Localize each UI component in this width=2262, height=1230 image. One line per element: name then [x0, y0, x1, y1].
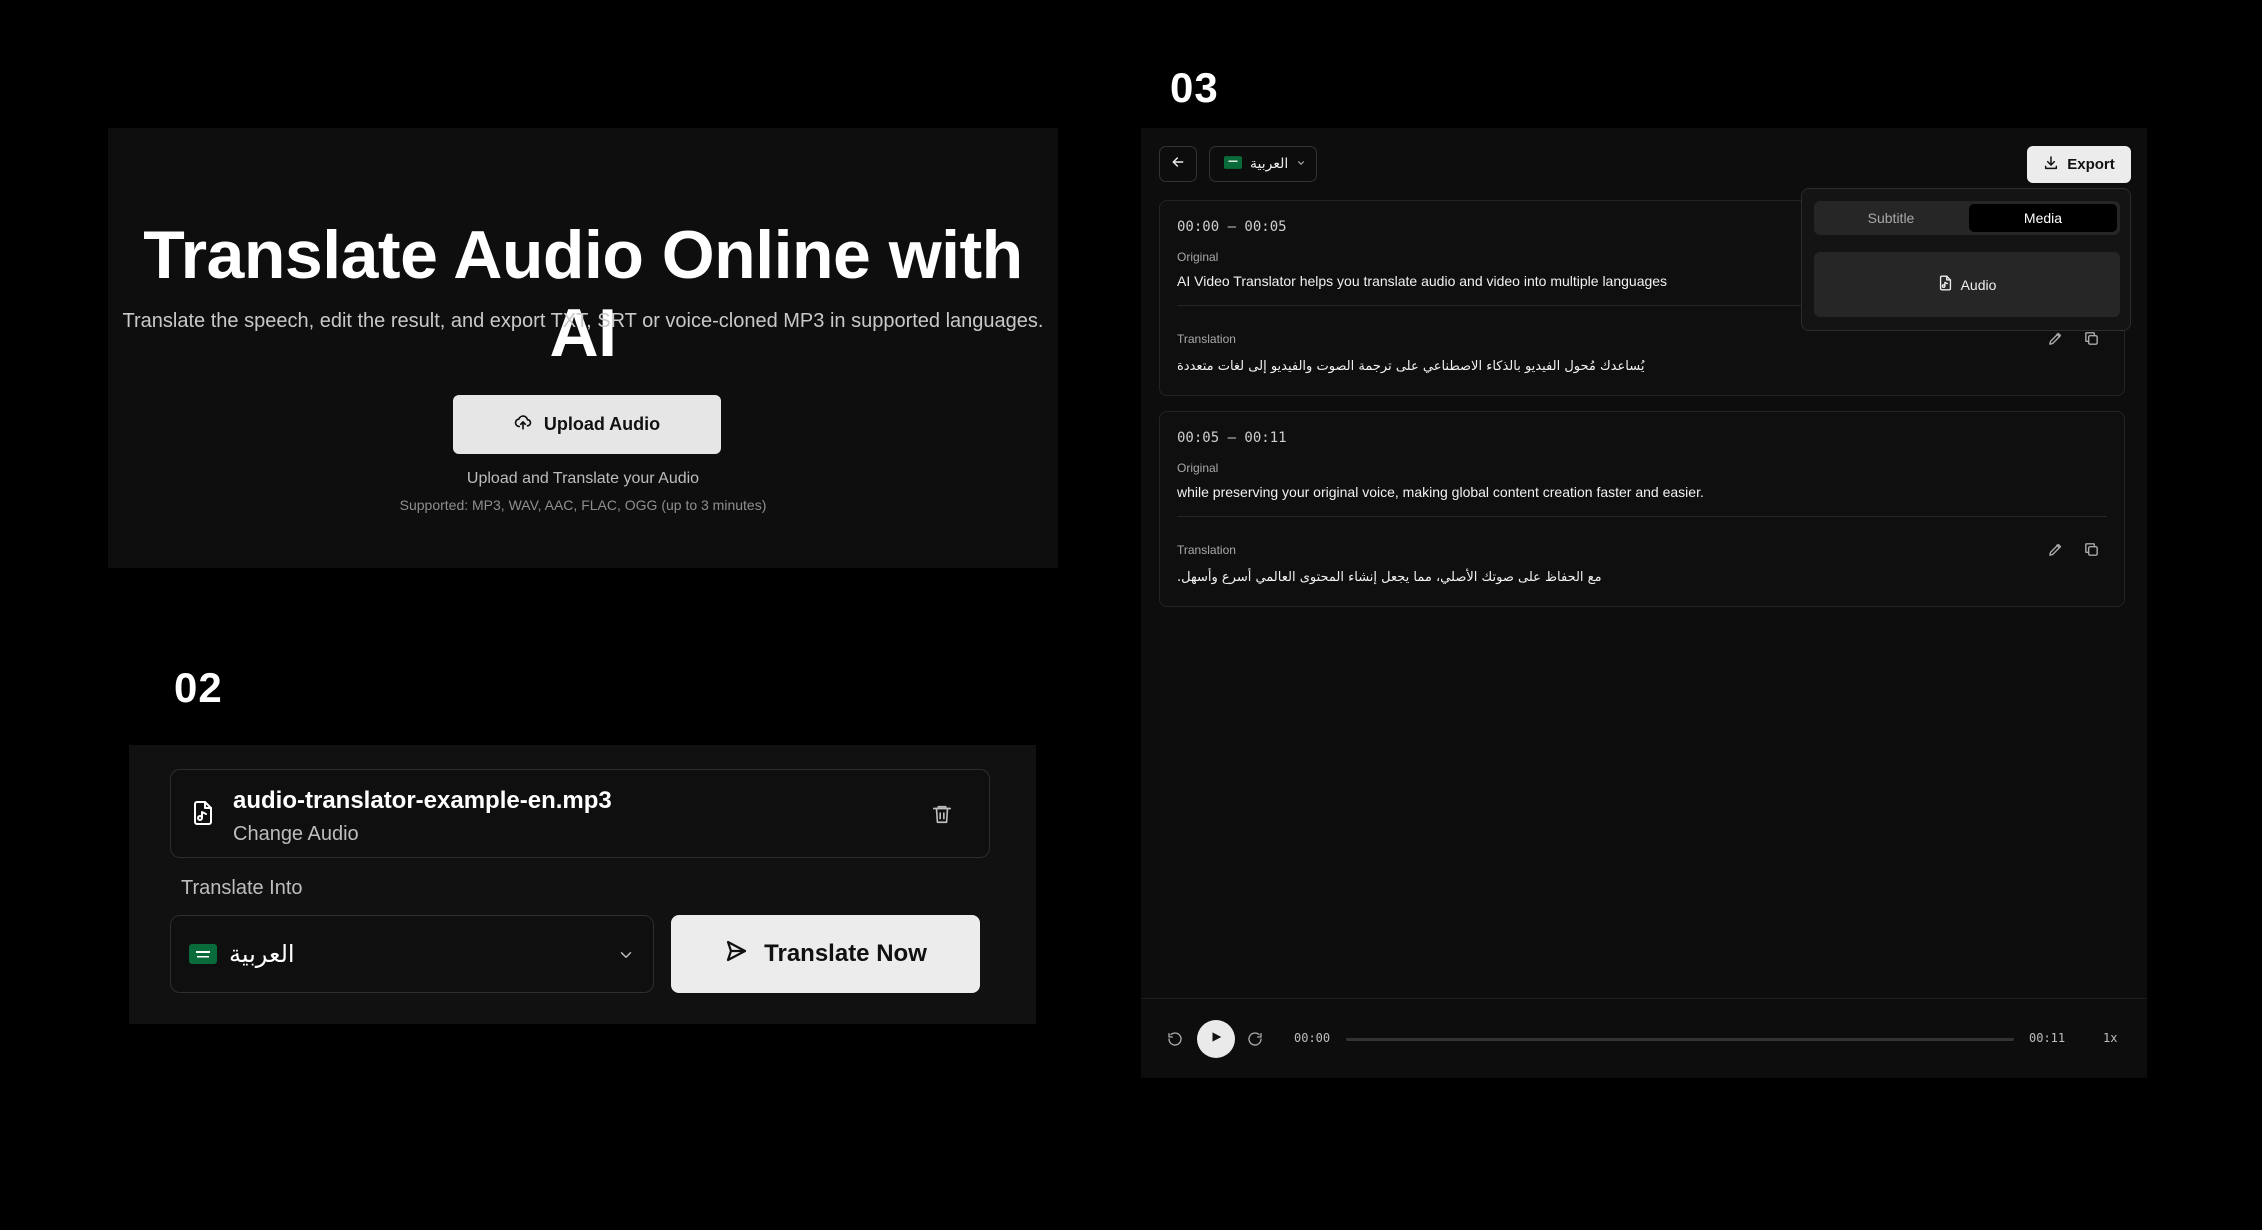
language-dropdown[interactable]: العربية	[1209, 146, 1317, 182]
chevron-down-icon	[617, 946, 635, 969]
export-button[interactable]: Export	[2027, 146, 2131, 183]
segment-time: 00:05 – 00:11	[1177, 430, 1287, 446]
translate-into-label: Translate Into	[181, 877, 303, 899]
progress-bar[interactable]	[1346, 1038, 2014, 1041]
translate-now-label: Translate Now	[764, 940, 927, 967]
language-select[interactable]: العربية	[170, 915, 654, 993]
rewind-icon[interactable]	[1167, 1031, 1183, 1052]
segment-card: 00:05 – 00:11 Original while preserving …	[1159, 411, 2125, 607]
back-button[interactable]	[1159, 146, 1197, 182]
translate-form-panel: audio-translator-example-en.mp3 Change A…	[129, 745, 1036, 1024]
arrow-left-icon	[1170, 154, 1186, 175]
current-time: 00:00	[1294, 1031, 1331, 1045]
translation-label: Translation	[1177, 543, 1236, 557]
original-label: Original	[1177, 461, 1219, 475]
translation-text[interactable]: مع الحفاظ على صوتك الأصلي، مما يجعل إنشا…	[1177, 570, 1602, 585]
translate-now-button[interactable]: Translate Now	[671, 915, 980, 993]
cloud-upload-icon	[514, 413, 532, 436]
export-menu: Subtitle Media Audio	[1801, 188, 2131, 331]
audio-file-icon	[1938, 275, 1953, 294]
forward-icon[interactable]	[1247, 1031, 1263, 1052]
original-text: AI Video Translator helps you translate …	[1177, 273, 1668, 289]
chevron-down-icon	[1296, 156, 1306, 172]
pencil-icon[interactable]	[2047, 541, 2064, 563]
export-audio-option[interactable]: Audio	[1814, 252, 2120, 317]
play-button[interactable]	[1197, 1020, 1235, 1058]
original-text: while preserving your original voice, ma…	[1177, 484, 1704, 500]
original-label: Original	[1177, 250, 1219, 264]
upload-hint: Upload and Translate your Audio	[466, 470, 700, 487]
play-icon	[1209, 1030, 1223, 1049]
download-icon	[2043, 155, 2059, 175]
translation-label: Translation	[1177, 332, 1236, 346]
export-tabs: Subtitle Media	[1814, 201, 2120, 235]
saudi-flag-icon	[189, 944, 217, 969]
editor-language: العربية	[1250, 156, 1289, 172]
copy-icon[interactable]	[2083, 541, 2100, 563]
tab-media[interactable]: Media	[1969, 204, 2117, 232]
selected-language: العربية	[229, 940, 295, 968]
change-audio-link[interactable]: Change Audio	[233, 823, 359, 846]
segment-time: 00:00 – 00:05	[1177, 219, 1287, 235]
saudi-flag-icon	[1224, 155, 1242, 173]
playback-speed[interactable]: 1x	[2103, 1031, 2117, 1045]
upload-audio-button[interactable]: Upload Audio	[453, 395, 721, 454]
segment-divider	[1177, 516, 2107, 517]
upload-panel: Translate Audio Online with AI Translate…	[108, 128, 1058, 568]
step-label-03: 03	[1170, 64, 1219, 111]
editor-panel: العربية Export 00:00 – 00:05 Original AI…	[1141, 128, 2147, 1078]
translation-text[interactable]: يُساعدك مُحول الفيديو بالذكاء الاصطناعي …	[1177, 359, 1644, 374]
duration-time: 00:11	[2029, 1031, 2066, 1045]
supported-formats: Supported: MP3, WAV, AAC, FLAC, OGG (up …	[399, 497, 767, 513]
page-title: Translate Audio Online with AI	[143, 217, 1023, 371]
upload-audio-label: Upload Audio	[543, 414, 661, 434]
audio-file-icon	[191, 800, 215, 831]
step-label-02: 02	[174, 664, 223, 711]
send-icon	[724, 939, 748, 970]
trash-icon[interactable]	[931, 802, 953, 831]
audio-player: 00:00 00:11 1x	[1141, 998, 2147, 1078]
uploaded-file-card[interactable]: audio-translator-example-en.mp3 Change A…	[170, 769, 990, 858]
copy-icon[interactable]	[2083, 330, 2100, 352]
export-label: Export	[2067, 156, 2115, 173]
pencil-icon[interactable]	[2047, 330, 2064, 352]
file-name: audio-translator-example-en.mp3	[233, 787, 612, 814]
export-audio-label: Audio	[1960, 276, 1997, 293]
page-subtitle: Translate the speech, edit the result, a…	[122, 310, 1044, 332]
tab-subtitle[interactable]: Subtitle	[1817, 204, 1965, 232]
